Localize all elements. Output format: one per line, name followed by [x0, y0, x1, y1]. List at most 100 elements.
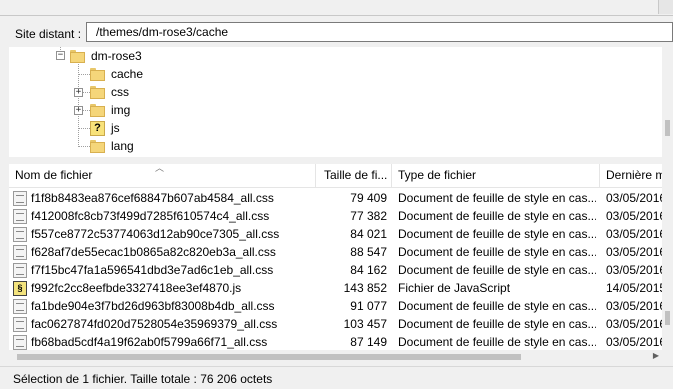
expand-toggle-icon[interactable]: +: [74, 88, 83, 97]
css-file-icon: [13, 244, 27, 260]
column-header-modified[interactable]: Dernière mo: [600, 164, 662, 187]
top-panel-edge: [0, 0, 673, 18]
file-name: fb68bad5cdf4a19f62ab0f5799a66f71_all.css: [31, 335, 268, 349]
tree-node-css[interactable]: + css: [74, 83, 131, 101]
file-size: 91 077: [350, 299, 387, 313]
file-name: f992fc2cc8eefbde3327418ee3ef4870.js: [31, 281, 242, 295]
file-type: Document de feuille de style en cas...: [398, 245, 596, 259]
panel-splitter[interactable]: [0, 157, 673, 164]
folder-icon: [90, 103, 105, 117]
file-type: Document de feuille de style en cas...: [398, 317, 596, 331]
css-file-icon: [13, 316, 27, 332]
file-date: 03/05/2016: [606, 227, 662, 241]
file-date: 03/05/2016: [606, 317, 662, 331]
file-type: Document de feuille de style en cas...: [398, 209, 596, 223]
vertical-scrollbar-thumb[interactable]: [665, 311, 670, 325]
file-type: Document de feuille de style en cas...: [398, 263, 596, 277]
tree-node-label: css: [111, 85, 129, 99]
folder-icon: [90, 139, 105, 153]
tree-line: [78, 74, 90, 75]
file-date: 14/05/2015: [606, 281, 662, 295]
scroll-right-icon[interactable]: ▶: [653, 351, 659, 360]
css-file-icon: [13, 226, 27, 242]
scrollbar-corner: [662, 350, 673, 364]
table-row[interactable]: § f992fc2cc8eefbde3327418ee3ef4870.js 143…: [9, 279, 662, 297]
expand-toggle-icon[interactable]: +: [74, 106, 83, 115]
tree-node-dm-rose3[interactable]: − dm-rose3: [56, 47, 144, 65]
file-name: f412008fc8cb73f499d7285f610574c4_all.css: [31, 209, 270, 223]
table-row[interactable]: fac0627874fd020d7528054e35969379_all.css…: [9, 315, 662, 333]
file-size: 143 852: [343, 281, 387, 295]
status-text: Sélection de 1 fichier. Taille totale : …: [13, 372, 273, 386]
file-date: 03/05/2016: [606, 191, 662, 205]
file-date: 03/05/2016: [606, 209, 662, 223]
table-row[interactable]: f1f8b8483ea876cef68847b607ab4584_all.css…: [9, 189, 662, 207]
file-name: fa1bde904e3f7bd26d963bf83008b4db_all.css: [31, 299, 275, 313]
file-name: f628af7de55ecac1b0865a82c820eb3a_all.css: [31, 245, 276, 259]
folder-icon: [90, 85, 105, 99]
file-type: Document de feuille de style en cas...: [398, 335, 596, 349]
table-row[interactable]: f557ce8772c53774063d12ab90ce7305_all.css…: [9, 225, 662, 243]
file-size: 103 457: [343, 317, 387, 331]
css-file-icon: [13, 208, 27, 224]
folder-icon: [70, 49, 85, 63]
file-date: 03/05/2016: [606, 299, 662, 313]
sort-ascending-icon: ︿: [155, 164, 165, 173]
tree-node-img[interactable]: + img: [74, 101, 132, 119]
folder-icon: [90, 67, 105, 81]
file-date: 03/05/2016: [606, 263, 662, 277]
tree-scrollbar-thumb[interactable]: [665, 120, 670, 136]
file-name: f7f15bc47fa1a596541dbd3e7ad6c1eb_all.css: [31, 263, 274, 277]
table-row[interactable]: fa1bde904e3f7bd26d963bf83008b4db_all.css…: [9, 297, 662, 315]
collapse-toggle-icon[interactable]: −: [56, 51, 65, 60]
tree-scrollbar[interactable]: [662, 47, 673, 157]
file-size: 79 409: [350, 191, 387, 205]
tree-node-js[interactable]: ? js: [90, 119, 122, 137]
tree-node-lang[interactable]: lang: [90, 137, 136, 155]
file-list-horizontal-scrollbar[interactable]: ▶: [9, 350, 662, 364]
horizontal-scrollbar-thumb[interactable]: [17, 354, 521, 360]
file-type: Document de feuille de style en cas...: [398, 299, 596, 313]
tree-node-cache[interactable]: cache: [90, 65, 146, 83]
unknown-folder-icon: ?: [90, 120, 105, 136]
tree-node-label: dm-rose3: [91, 49, 142, 63]
column-header-size[interactable]: Taille de fi...: [316, 164, 392, 187]
tree-node-label: js: [111, 121, 120, 135]
tree-line: [78, 128, 90, 129]
remote-directory-tree[interactable]: − dm-rose3 cache + css + img ? js lang: [9, 47, 662, 157]
file-type: Document de feuille de style en cas...: [398, 227, 596, 241]
file-name: f1f8b8483ea876cef68847b607ab4584_all.css: [31, 191, 274, 205]
file-date: 03/05/2016: [606, 335, 662, 349]
file-name: fac0627874fd020d7528054e35969379_all.css: [31, 317, 278, 331]
remote-path-input[interactable]: /themes/dm-rose3/cache: [86, 22, 673, 42]
tree-line: [78, 146, 90, 147]
file-size: 84 162: [350, 263, 387, 277]
file-size: 88 547: [350, 245, 387, 259]
tree-node-label: img: [111, 103, 131, 117]
file-list-header: Nom de fichier ︿ Taille de fi... Type de…: [9, 164, 662, 188]
file-size: 87 149: [350, 335, 387, 349]
tree-node-label: cache: [109, 67, 146, 81]
remote-file-list[interactable]: Nom de fichier ︿ Taille de fi... Type de…: [9, 164, 662, 364]
table-row[interactable]: f7f15bc47fa1a596541dbd3e7ad6c1eb_all.css…: [9, 261, 662, 279]
file-date: 03/05/2016: [606, 245, 662, 259]
tree-node-label: lang: [111, 139, 134, 153]
file-list-vertical-scrollbar[interactable]: ▼: [662, 164, 673, 364]
column-header-type[interactable]: Type de fichier: [392, 164, 600, 187]
table-row[interactable]: f628af7de55ecac1b0865a82c820eb3a_all.css…: [9, 243, 662, 261]
file-size: 77 382: [350, 209, 387, 223]
file-size: 84 021: [350, 227, 387, 241]
table-row[interactable]: f412008fc8cb73f499d7285f610574c4_all.css…: [9, 207, 662, 225]
file-type: Document de feuille de style en cas...: [398, 191, 596, 205]
file-type: Fichier de JavaScript: [398, 281, 511, 295]
top-panel-divider: [0, 15, 673, 16]
top-scrollbar-corner: [658, 0, 673, 14]
css-file-icon: [13, 334, 27, 350]
js-file-icon: §: [13, 280, 27, 296]
remote-path-bar: Site distant : /themes/dm-rose3/cache: [9, 21, 673, 45]
css-file-icon: [13, 190, 27, 206]
css-file-icon: [13, 262, 27, 278]
table-row[interactable]: fb68bad5cdf4a19f62ab0f5799a66f71_all.css…: [9, 333, 662, 351]
remote-site-label: Site distant :: [15, 27, 82, 41]
css-file-icon: [13, 298, 27, 314]
